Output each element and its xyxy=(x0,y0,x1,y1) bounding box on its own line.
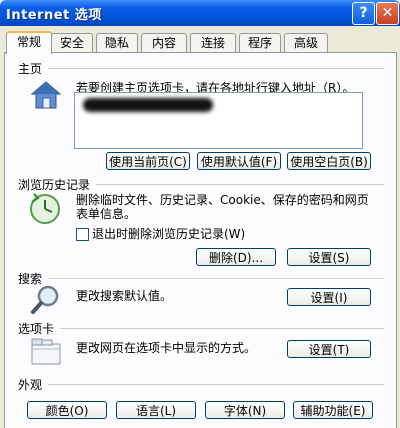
history-divider xyxy=(96,184,384,185)
tab-programs[interactable]: 程序 xyxy=(239,33,281,52)
history-description-2: 表单信息。 xyxy=(76,207,137,221)
delete-history-button[interactable]: 删除(D)... xyxy=(196,248,276,266)
use-current-button[interactable]: 使用当前页(C) xyxy=(106,152,190,170)
tabs-description: 更改网页在选项卡中显示的方式。 xyxy=(76,341,257,355)
tabs-settings-button[interactable]: 设置(T) xyxy=(287,340,371,358)
window-title: Internet 选项 xyxy=(6,8,102,23)
tabbed-window-icon xyxy=(31,338,61,365)
tab-connections[interactable]: 连接 xyxy=(190,33,236,52)
languages-button[interactable]: 语言(L) xyxy=(116,401,196,419)
search-settings-button[interactable]: 设置(I) xyxy=(287,288,371,306)
use-blank-button[interactable]: 使用空白页(B) xyxy=(287,152,371,170)
tabs-heading: 选项卡 xyxy=(18,322,55,336)
house-icon xyxy=(30,81,62,109)
delete-on-exit-checkbox[interactable] xyxy=(76,228,89,241)
magnifier-icon xyxy=(31,285,59,314)
history-settings-button[interactable]: 设置(S) xyxy=(287,248,371,266)
tab-privacy[interactable]: 隐私 xyxy=(96,33,138,52)
tab-content[interactable]: 内容 xyxy=(141,33,187,52)
appearance-heading: 外观 xyxy=(18,378,43,392)
home-address-textarea[interactable] xyxy=(74,92,363,149)
appearance-divider xyxy=(48,384,384,385)
delete-on-exit-label[interactable]: 退出时删除浏览历史记录(W) xyxy=(92,227,245,242)
tab-security[interactable]: 安全 xyxy=(51,33,93,52)
history-description-1: 删除临时文件、历史记录、Cookie、保存的密码和网页 xyxy=(76,193,369,207)
tab-general[interactable]: 常规 xyxy=(6,31,52,54)
help-button[interactable]: ? xyxy=(352,2,375,25)
tabs-divider xyxy=(60,328,384,329)
redacted-address xyxy=(83,98,213,112)
search-description: 更改搜索默认值。 xyxy=(76,289,173,303)
tab-advanced[interactable]: 高级 xyxy=(284,33,328,52)
clock-history-icon xyxy=(30,193,60,224)
title-bar[interactable]: Internet 选项 ? ✕ xyxy=(0,0,400,26)
history-heading: 浏览历史记录 xyxy=(18,178,91,192)
colors-button[interactable]: 颜色(O) xyxy=(27,401,107,419)
accessibility-button[interactable]: 辅助功能(E) xyxy=(293,401,373,419)
search-divider xyxy=(48,278,384,279)
use-default-button[interactable]: 使用默认值(F) xyxy=(197,152,281,170)
fonts-button[interactable]: 字体(N) xyxy=(205,401,285,419)
internet-options-dialog: Internet 选项 ? ✕ 常规 安全 隐私 内容 连接 程序 高级 主页 … xyxy=(0,0,400,428)
close-button[interactable]: ✕ xyxy=(376,2,399,25)
home-divider xyxy=(48,68,384,69)
home-heading: 主页 xyxy=(18,62,43,76)
